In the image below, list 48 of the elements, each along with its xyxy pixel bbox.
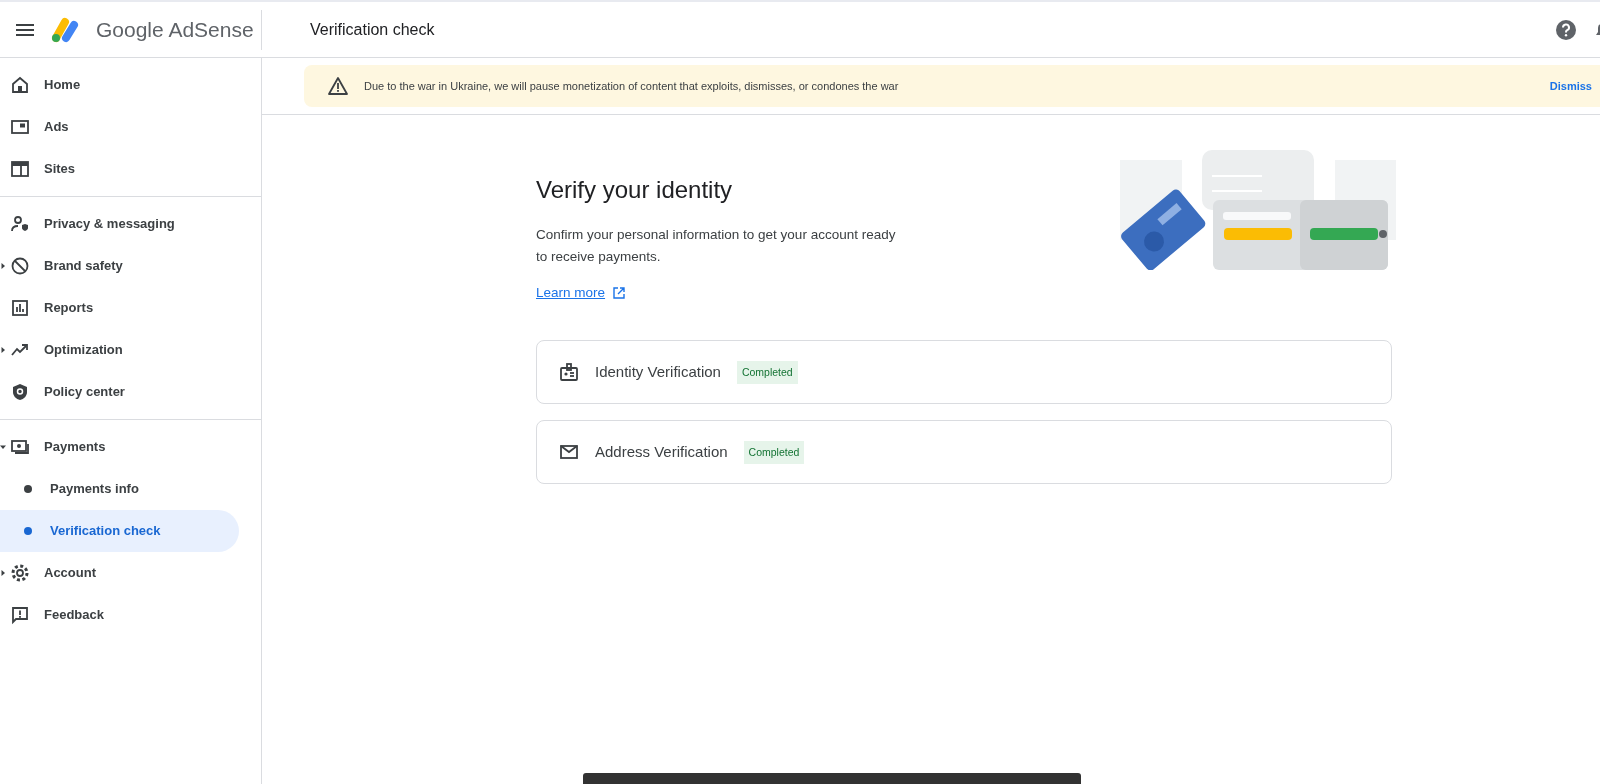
block-icon (10, 256, 30, 276)
gear-icon (10, 563, 30, 583)
badge-icon (559, 362, 579, 383)
step-label: Address Verification (595, 442, 728, 463)
sidebar-subitem[interactable]: Payments info (0, 468, 239, 510)
sidebar-item[interactable]: Home (0, 64, 239, 106)
learn-more-link[interactable]: Learn more (536, 283, 606, 304)
sidebar-item[interactable]: Reports (0, 287, 239, 329)
sidebar-item[interactable]: Account (0, 552, 239, 594)
banner-message: Due to the war in Ukraine, we will pause monetization of content that exploits, dismisses, or condones the war (364, 78, 899, 94)
sidebar-item[interactable]: Optimization (0, 329, 239, 371)
page-title: Verification check (310, 19, 435, 40)
section-description: Confirm your personal information to get your account ready to receive payments. (536, 226, 896, 266)
person-shield-icon (10, 214, 30, 234)
verification-step-card[interactable]: Address Verification Completed (536, 420, 1392, 485)
sidebar-subitem[interactable]: Verification check (0, 510, 239, 552)
logo-icon (50, 16, 80, 43)
product-name: Google AdSense (96, 16, 254, 43)
feedback-icon (10, 605, 30, 625)
bar-chart-icon (10, 298, 30, 318)
cash-icon (10, 437, 30, 457)
sidebar-item[interactable]: Ads (0, 106, 239, 148)
sidebar-item[interactable]: Privacy & messaging (0, 203, 239, 245)
verification-step-card[interactable]: Identity Verification Completed (536, 340, 1392, 405)
bullet-icon (24, 527, 32, 535)
warning-icon (328, 77, 348, 95)
status-tag: Completed (743, 440, 805, 465)
section-title: Verify your identity (536, 175, 734, 205)
status-tag: Completed (736, 360, 798, 385)
dismiss-link[interactable]: Dismiss (1549, 77, 1592, 95)
shield-search-icon (10, 382, 30, 402)
ad-frame-icon (10, 117, 30, 137)
menu-icon[interactable] (16, 23, 34, 36)
step-label: Identity Verification (595, 362, 721, 383)
bullet-icon (24, 485, 32, 493)
layout-icon (10, 159, 30, 179)
sidebar-item[interactable]: Brand safety (0, 245, 239, 287)
caret-icon[interactable] (0, 347, 6, 353)
caret-icon[interactable] (0, 444, 6, 450)
home-icon (10, 75, 30, 95)
help-icon[interactable] (1556, 19, 1576, 40)
caret-icon[interactable] (0, 570, 6, 576)
caret-icon[interactable] (0, 263, 6, 269)
sidebar-item[interactable]: Policy center (0, 371, 239, 413)
sidebar-item[interactable]: Sites (0, 148, 239, 190)
sidebar-item[interactable]: Payments (0, 426, 239, 468)
sidebar-item[interactable]: Feedback (0, 594, 239, 636)
external-link-icon (613, 287, 626, 300)
